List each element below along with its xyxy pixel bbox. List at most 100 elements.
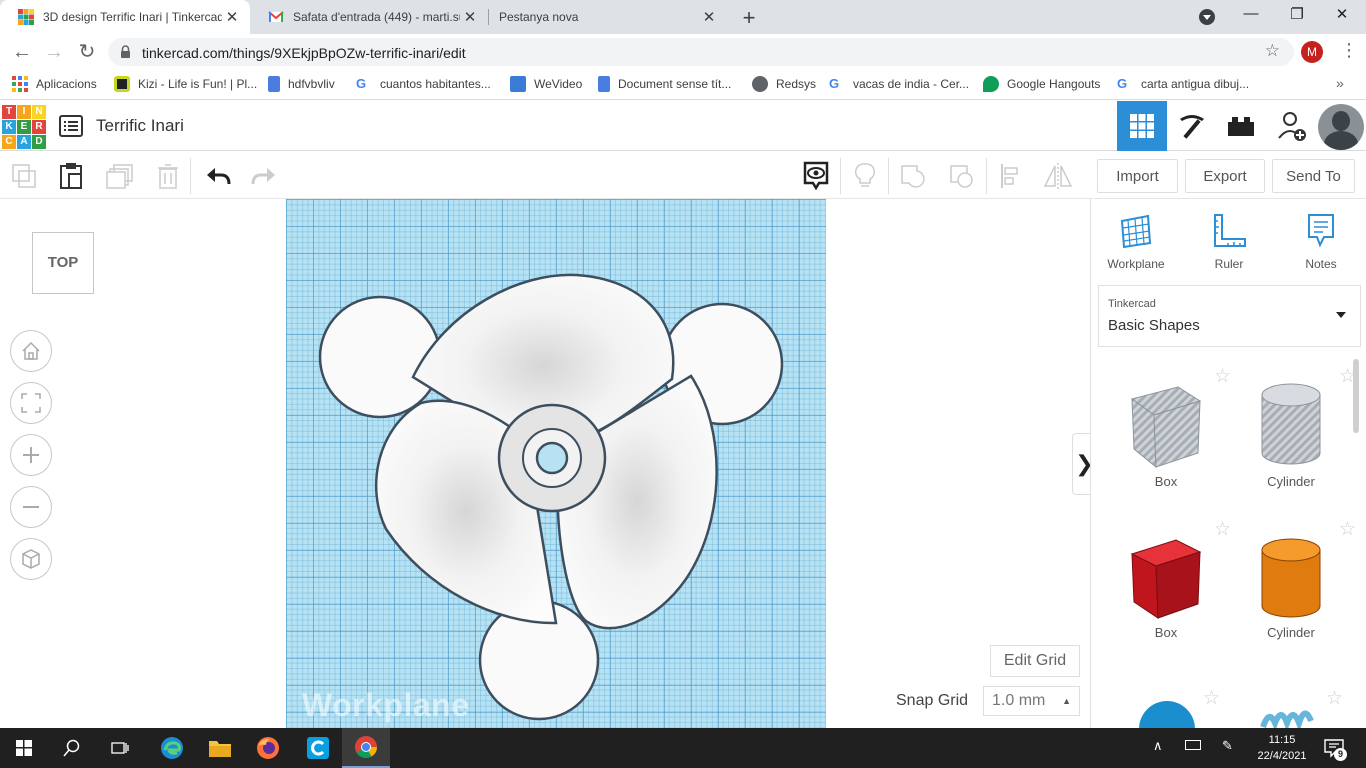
favorite-star-icon[interactable]: ☆ — [1326, 687, 1343, 710]
close-tab-icon[interactable]: ✕ — [699, 8, 719, 26]
bricks-button[interactable] — [1216, 101, 1266, 151]
search-button[interactable] — [48, 728, 96, 768]
notes-icon — [1308, 214, 1334, 248]
tab-gmail[interactable]: Safata d'entrada (449) - marti.sub ✕ — [250, 0, 488, 34]
bookmark-wevideo[interactable]: WeVideo — [510, 76, 582, 92]
new-tab-button[interactable]: + — [737, 5, 761, 31]
profile-avatar[interactable]: M — [1301, 41, 1323, 63]
snap-grid-select[interactable]: 1.0 mm ▲ — [983, 686, 1080, 716]
show-all-button[interactable] — [800, 160, 832, 192]
favorite-star-icon[interactable]: ☆ — [1214, 518, 1231, 541]
notes-tool[interactable]: Notes — [1281, 211, 1361, 271]
export-button[interactable]: Export — [1185, 159, 1265, 193]
close-tab-icon[interactable]: ✕ — [222, 8, 242, 26]
bookmark-document[interactable]: Document sense tít... — [598, 76, 731, 92]
tinkercad-logo[interactable]: T I N K E R C A D — [2, 105, 46, 149]
blocks-button[interactable] — [1167, 101, 1217, 151]
paste-button[interactable] — [55, 160, 87, 192]
copy-button[interactable] — [8, 160, 40, 192]
import-button[interactable]: Import — [1097, 159, 1178, 193]
close-window-button[interactable]: ✕ — [1322, 5, 1362, 23]
ruler-tool[interactable]: Ruler — [1189, 211, 1269, 271]
forward-button[interactable]: → — [42, 40, 66, 64]
chrome-button[interactable] — [342, 728, 390, 768]
system-clock[interactable]: 11:15 22/4/2021 — [1254, 732, 1310, 764]
zoom-in-button[interactable] — [10, 434, 52, 476]
shape-scribble[interactable] — [1259, 705, 1319, 729]
favorite-star-icon[interactable]: ☆ — [1203, 687, 1220, 710]
3d-view-button[interactable] — [1117, 101, 1167, 151]
reload-button[interactable]: ↻ — [75, 40, 99, 64]
redo-button[interactable] — [248, 160, 280, 192]
edit-grid-button[interactable]: Edit Grid — [990, 645, 1080, 677]
workplane-tool[interactable]: Workplane — [1096, 211, 1176, 271]
back-button[interactable]: ← — [10, 40, 34, 64]
bookmark-carta[interactable]: G carta antigua dibuj... — [1117, 76, 1249, 92]
dropdown-arrow-icon — [1336, 312, 1346, 318]
restore-button[interactable]: ❐ — [1277, 5, 1317, 23]
tab-search-icon[interactable] — [1199, 9, 1215, 25]
bookmark-hangouts[interactable]: Google Hangouts — [983, 76, 1100, 92]
file-explorer-button[interactable] — [196, 728, 244, 768]
c-app-icon — [307, 737, 329, 759]
chrome-menu-icon[interactable]: ⋮ — [1340, 40, 1358, 61]
perspective-button[interactable] — [10, 538, 52, 580]
show-hidden-icons-button[interactable]: ∧ — [1153, 738, 1163, 754]
start-button[interactable] — [0, 728, 48, 768]
bookmark-cuantos[interactable]: G cuantos habitantes... — [356, 76, 491, 92]
design-list-icon[interactable] — [59, 115, 83, 137]
propeller-model[interactable] — [286, 199, 826, 728]
cylinder-striped-icon — [1261, 383, 1321, 465]
shapes-library-select[interactable]: Tinkercad Basic Shapes — [1098, 285, 1361, 347]
bookmarks-overflow-button[interactable]: » — [1336, 75, 1344, 91]
firefox-button[interactable] — [244, 728, 292, 768]
bookmark-vacas[interactable]: G vacas de india - Cer... — [829, 76, 969, 92]
shape-box-hole[interactable]: ☆ Box — [1111, 366, 1231, 489]
panel-scrollbar[interactable] — [1353, 359, 1359, 433]
omnibox[interactable]: tinkercad.com/things/9XEkjpBpOZw-terrifi… — [108, 38, 1294, 66]
ungroup-button[interactable] — [946, 160, 978, 192]
add-user-button[interactable] — [1267, 101, 1317, 151]
clipchamp-button[interactable] — [294, 728, 342, 768]
delete-button[interactable] — [152, 160, 184, 192]
bookmark-hdfvbvliv[interactable]: hdfvbvliv — [268, 76, 335, 92]
close-tab-icon[interactable]: ✕ — [460, 8, 480, 26]
shape-cylinder-hole[interactable]: ☆ Cylinder — [1236, 366, 1356, 489]
duplicate-button[interactable] — [104, 160, 136, 192]
favorite-star-icon[interactable]: ☆ — [1214, 365, 1231, 388]
home-view-button[interactable] — [10, 330, 52, 372]
undo-button[interactable] — [202, 160, 234, 192]
user-avatar[interactable] — [1318, 104, 1364, 150]
3d-workspace[interactable]: Workplane TOP Edit Grid Snap Grid 1.0 mm… — [0, 199, 1090, 728]
tab-new-tab[interactable]: Pestanya nova ✕ — [489, 0, 727, 34]
mirror-button[interactable] — [1042, 160, 1074, 192]
bookmark-kizi[interactable]: Kizi - Life is Fun! | Pl... — [114, 76, 257, 92]
pen-icon[interactable]: ✎ — [1222, 738, 1233, 754]
fit-view-button[interactable] — [10, 382, 52, 424]
align-button[interactable] — [995, 160, 1027, 192]
shape-box[interactable]: ☆ Box — [1111, 519, 1231, 640]
edge-button[interactable] — [148, 728, 196, 768]
favorite-star-icon[interactable]: ☆ — [1339, 518, 1356, 541]
tool-label: Notes — [1305, 257, 1337, 271]
panel-collapse-button[interactable]: ❯ — [1072, 433, 1090, 495]
logo-letter: D — [32, 135, 46, 149]
task-view-button[interactable] — [96, 728, 144, 768]
tab-tinkercad[interactable]: 3D design Terrific Inari | Tinkercad ✕ — [0, 0, 250, 34]
hint-button[interactable] — [849, 160, 881, 192]
propeller-disk[interactable] — [318, 295, 442, 419]
view-cube[interactable]: TOP — [32, 232, 94, 294]
group-button[interactable] — [897, 160, 929, 192]
tinkercad-header: T I N K E R C A D Terrific Inari — [0, 101, 1366, 151]
design-title[interactable]: Terrific Inari — [96, 116, 184, 136]
minimize-button[interactable]: — — [1231, 5, 1271, 22]
notifications-button[interactable]: 9 — [1324, 738, 1347, 763]
globe-icon — [752, 76, 768, 92]
zoom-out-button[interactable] — [10, 486, 52, 528]
shape-cylinder[interactable]: ☆ Cylinder — [1236, 519, 1356, 640]
bookmark-redsys[interactable]: Redsys — [752, 76, 816, 92]
battery-icon[interactable] — [1185, 740, 1201, 750]
send-to-button[interactable]: Send To — [1272, 159, 1355, 193]
bookmark-apps[interactable]: Aplicacions — [12, 76, 97, 92]
bookmark-star-icon[interactable]: ☆ — [1265, 41, 1280, 61]
